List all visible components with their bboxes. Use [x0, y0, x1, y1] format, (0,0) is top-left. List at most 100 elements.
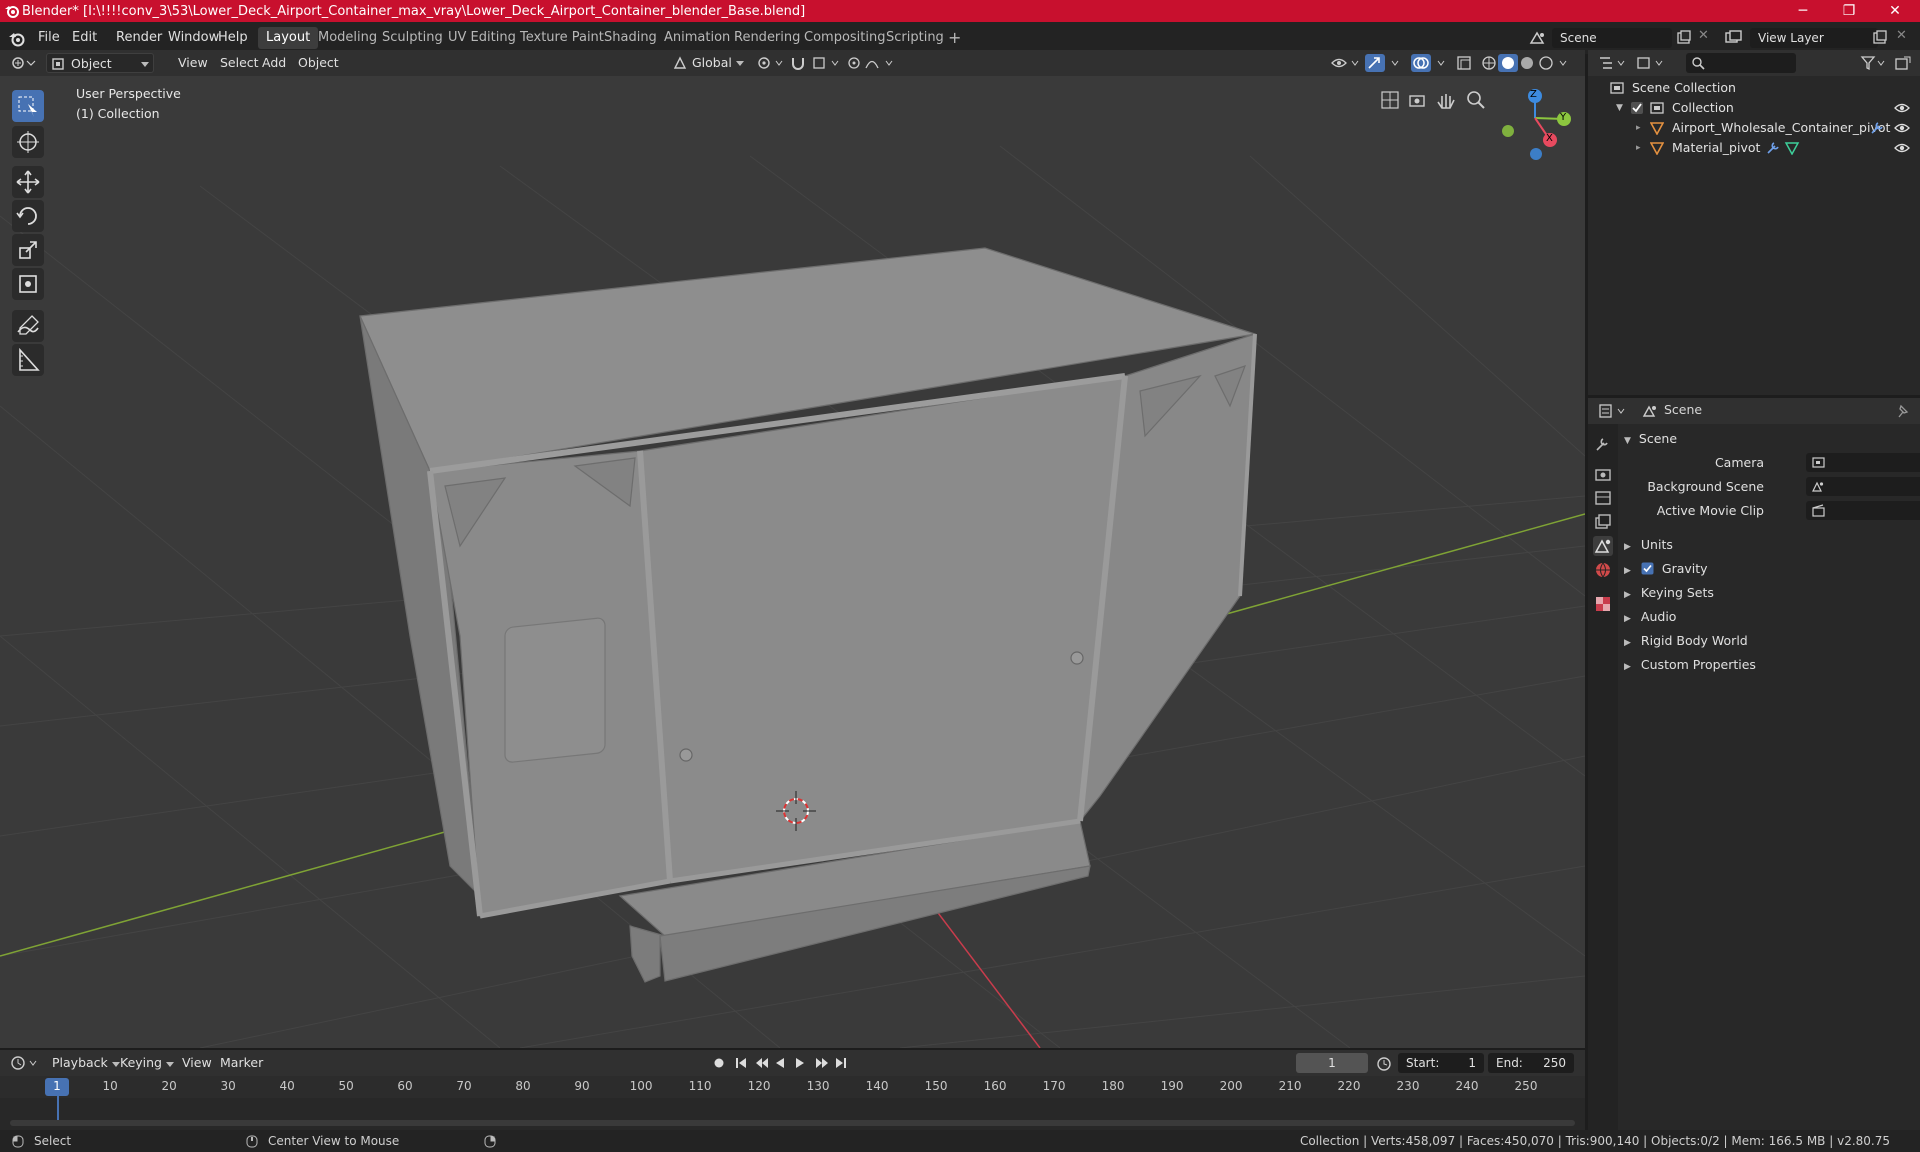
annotate-icon	[17, 315, 39, 335]
gizmo-y-label[interactable]: Y	[1560, 112, 1566, 123]
eye-icon[interactable]	[1894, 102, 1910, 114]
rotate-tool[interactable]	[12, 200, 44, 232]
background-scene-field[interactable]	[1806, 477, 1920, 496]
timeline-editor-type-icon[interactable]	[10, 1055, 40, 1071]
eye-icon[interactable]	[1894, 142, 1910, 154]
delete-scene-icon[interactable]: ✕	[1698, 28, 1709, 43]
rigid-body-world-subpanel[interactable]: ▶ Rigid Body World	[1624, 630, 1914, 652]
camera-field[interactable]	[1806, 453, 1920, 472]
scene-tab-icon[interactable]	[1593, 536, 1613, 556]
view-layer-field[interactable]: View Layer	[1750, 28, 1878, 48]
new-view-layer-icon[interactable]	[1872, 30, 1888, 46]
active-movie-clip-field[interactable]	[1806, 501, 1920, 520]
outliner-scene-collection[interactable]: Scene Collection	[1588, 78, 1920, 98]
gizmo-x-label[interactable]: X	[1546, 133, 1553, 144]
menu-marker[interactable]: Marker	[214, 1053, 269, 1073]
menu-add[interactable]: Add	[256, 53, 292, 73]
gravity-subpanel[interactable]: ▶ Gravity	[1624, 558, 1914, 580]
scale-tool[interactable]	[12, 234, 44, 266]
playback-controls[interactable]	[710, 1054, 856, 1072]
outliner-object-row[interactable]: ▸ Airport_Wholesale_Container_pivot	[1588, 118, 1920, 138]
rigid-body-world-label: Rigid Body World	[1640, 633, 1748, 648]
modifier-wrench-icon[interactable]	[1870, 121, 1890, 135]
outliner-object-row[interactable]: ▸ Material_pivot	[1588, 138, 1920, 158]
menu-timeline-view[interactable]: View	[176, 1053, 218, 1073]
gizmo-toggle-icon[interactable]	[1364, 53, 1404, 73]
gizmo-z-label[interactable]: Z	[1530, 89, 1537, 100]
snap-icon[interactable]	[790, 55, 842, 71]
custom-properties-subpanel[interactable]: ▶ Custom Properties	[1624, 654, 1914, 676]
move-tool[interactable]	[12, 166, 44, 198]
modifier-and-mesh-data-icons[interactable]	[1766, 141, 1802, 155]
menu-help[interactable]: Help	[212, 28, 254, 48]
cursor-tool[interactable]	[12, 126, 44, 158]
proportional-editing-icon[interactable]	[846, 55, 898, 71]
tab-shading[interactable]: Shading	[596, 27, 665, 49]
new-collection-icon[interactable]	[1894, 55, 1912, 71]
collapse-triangle-icon[interactable]: ▼	[1616, 98, 1623, 118]
outliner: Scene Collection ▼ Collection ▸ Airport_…	[1588, 50, 1920, 395]
view-layer-icon[interactable]	[1724, 29, 1744, 47]
world-tab-icon[interactable]	[1593, 560, 1613, 580]
expand-triangle-icon[interactable]: ▸	[1636, 138, 1641, 158]
add-workspace-button[interactable]: +	[940, 27, 969, 49]
overlays-toggle-icon[interactable]	[1410, 53, 1450, 73]
menu-keying[interactable]: Keying	[114, 1053, 180, 1073]
outliner-editor-type-icon[interactable]	[1598, 55, 1628, 71]
background-scene-label: Background Scene	[1647, 479, 1764, 494]
measure-tool[interactable]	[12, 344, 44, 376]
status-center-view: Center View to Mouse	[268, 1134, 400, 1148]
texture-tab-icon[interactable]	[1593, 594, 1613, 614]
view-layer-tab-icon[interactable]	[1593, 512, 1613, 532]
preview-range-clock-icon[interactable]	[1376, 1055, 1392, 1071]
pivot-point-icon[interactable]	[756, 55, 786, 71]
transform-orientation-dropdown[interactable]: Global	[668, 53, 746, 73]
scene-field[interactable]: Scene	[1552, 28, 1672, 48]
menu-file[interactable]: File	[32, 28, 66, 48]
annotate-tool[interactable]	[12, 310, 44, 342]
filter-icon[interactable]	[1860, 55, 1888, 71]
units-subpanel[interactable]: ▶ Units	[1624, 534, 1914, 556]
editor-type-icon[interactable]	[10, 55, 36, 71]
render-tab-icon[interactable]	[1593, 464, 1613, 484]
current-frame-field[interactable]: 1	[1296, 1053, 1368, 1073]
menu-object[interactable]: Object	[292, 53, 345, 73]
scene-icon[interactable]	[1528, 29, 1548, 47]
audio-subpanel[interactable]: ▶ Audio	[1624, 606, 1914, 628]
delete-view-layer-icon[interactable]: ✕	[1896, 28, 1907, 43]
scene-panel-header[interactable]: ▼ Scene	[1624, 428, 1914, 450]
3d-viewport[interactable]: Z Y X User Perspective (1) Collection	[0, 76, 1585, 1048]
minimize-button[interactable]: ─	[1780, 0, 1826, 22]
select-box-tool[interactable]	[12, 90, 44, 122]
blender-menu-icon[interactable]	[8, 30, 26, 48]
tool-tab-icon[interactable]	[1593, 434, 1613, 454]
timeline-ruler[interactable]: 1 10 20 30 40 50 60 70 80 90 100 110 120 130 140 150 160…	[0, 1076, 1585, 1098]
menu-edit[interactable]: Edit	[66, 28, 103, 48]
xray-toggle-icon[interactable]	[1456, 55, 1474, 71]
output-tab-icon[interactable]	[1593, 488, 1613, 508]
menu-render[interactable]: Render	[110, 28, 168, 48]
expand-triangle-icon[interactable]: ▸	[1636, 118, 1641, 138]
object-mode-dropdown[interactable]: Object Mode	[46, 53, 154, 91]
pin-icon[interactable]	[1896, 403, 1910, 419]
viewport-nav-buttons[interactable]	[1380, 88, 1498, 112]
timeline-scrollbar[interactable]	[10, 1120, 1575, 1126]
menu-view[interactable]: View	[172, 53, 214, 73]
shading-mode-icons[interactable]	[1480, 54, 1572, 72]
ruler-tick-label: 100	[629, 1079, 653, 1093]
gravity-checkbox-icon[interactable]	[1641, 562, 1654, 575]
outliner-collection[interactable]: ▼ Collection	[1588, 98, 1920, 118]
display-mode-icon[interactable]	[1636, 55, 1666, 71]
keying-sets-subpanel[interactable]: ▶ Keying Sets	[1624, 582, 1914, 604]
transform-tool[interactable]	[12, 268, 44, 300]
end-frame-field[interactable]: End: 250	[1488, 1053, 1574, 1073]
checkbox-checked-icon[interactable]	[1630, 101, 1644, 115]
properties-editor-type-icon[interactable]	[1598, 403, 1628, 419]
close-button[interactable]: ✕	[1872, 0, 1918, 22]
eye-icon[interactable]	[1894, 122, 1910, 134]
new-scene-icon[interactable]	[1676, 30, 1692, 46]
selectability-visibility-icon[interactable]	[1330, 55, 1362, 71]
start-frame-field[interactable]: Start: 1	[1398, 1053, 1484, 1073]
outliner-search-input[interactable]	[1686, 53, 1796, 73]
maximize-button[interactable]: ❐	[1826, 0, 1872, 22]
